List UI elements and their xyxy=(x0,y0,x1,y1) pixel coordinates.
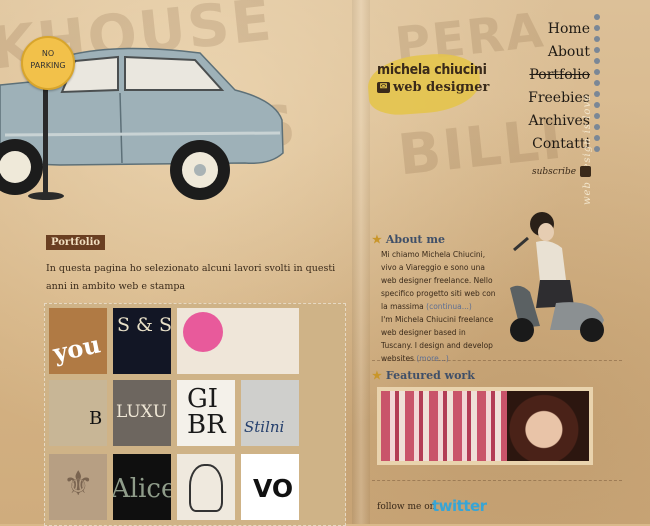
featured-title: Featured work xyxy=(385,369,475,382)
twitter-logo-link[interactable]: twitter xyxy=(432,497,487,515)
portfolio-thumb[interactable]: you xyxy=(49,308,107,374)
nav-archives[interactable]: Archives xyxy=(528,110,590,133)
portfolio-thumb[interactable]: Alice xyxy=(113,454,171,520)
portfolio-thumb[interactable]: Stilni xyxy=(241,380,299,446)
portfolio-intro: In questa pagina ho selezionato alcuni l… xyxy=(46,263,336,292)
portfolio-grid: you S & S B LUXU GI BR Stilni ⚜ Alice VO xyxy=(44,303,346,526)
divider xyxy=(372,480,622,481)
about-heading: ★ About me xyxy=(372,233,445,246)
paper-fold xyxy=(352,0,370,524)
about-text-it: Mi chiamo Michela Chiucini, vivo a Viare… xyxy=(381,248,499,313)
tagline: web design is love xyxy=(582,93,593,205)
fleur-de-lis-icon: ⚜ xyxy=(63,464,94,504)
no-parking-sign: NO PARKING xyxy=(21,36,75,90)
rss-icon[interactable] xyxy=(580,166,592,177)
portfolio-thumb[interactable]: ⚜ xyxy=(49,454,107,520)
featured-heading: ★ Featured work xyxy=(372,369,475,382)
more-link[interactable]: (more...) xyxy=(416,354,448,363)
star-icon: ★ xyxy=(372,369,382,382)
main-nav: Home About Portfolio Freebies Archives C… xyxy=(528,18,590,156)
nav-home[interactable]: Home xyxy=(528,18,590,41)
brand-role-label: web designer xyxy=(393,80,490,95)
mail-icon: ✉ xyxy=(377,82,390,93)
featured-work-card[interactable] xyxy=(377,387,593,465)
star-icon: ★ xyxy=(372,233,382,246)
sign-base xyxy=(28,192,64,200)
nav-contatti[interactable]: Contatti xyxy=(528,133,590,156)
portfolio-thumb[interactable]: LUXU xyxy=(113,380,171,446)
portfolio-thumb[interactable]: S & S xyxy=(113,308,171,374)
portfolio-thumb[interactable]: B xyxy=(49,380,107,446)
portfolio-thumb[interactable] xyxy=(177,308,299,374)
nav-freebies[interactable]: Freebies xyxy=(528,87,590,110)
scooter-girl-illustration xyxy=(510,212,604,342)
featured-work-image[interactable] xyxy=(381,391,589,461)
divider xyxy=(372,360,622,361)
portfolio-thumb[interactable]: VO xyxy=(241,454,299,520)
brand-role: ✉ web designer xyxy=(377,80,489,95)
follow-label: follow me on xyxy=(377,502,436,512)
sign-line-1: NO xyxy=(41,49,55,58)
brand-name[interactable]: michela chiucini xyxy=(377,62,487,78)
subscribe-label: subscribe xyxy=(532,167,577,177)
sketch-illustration xyxy=(189,464,223,512)
nav-about[interactable]: About xyxy=(528,41,590,64)
pink-hair-illustration xyxy=(183,312,223,352)
portfolio-thumb[interactable] xyxy=(177,454,235,520)
about-title: About me xyxy=(385,233,445,246)
sign-line-2: PARKING xyxy=(30,61,66,70)
about-text-en: I'm Michela Chiucini freelance web desig… xyxy=(381,313,499,365)
nav-dots-decoration xyxy=(594,14,600,157)
section-title-portfolio: Portfolio xyxy=(46,235,106,250)
nav-portfolio[interactable]: Portfolio xyxy=(528,64,590,87)
continua-link[interactable]: (continua...) xyxy=(426,302,472,311)
portfolio-thumb[interactable]: GI BR xyxy=(177,380,235,446)
woman-on-phone-photo xyxy=(507,391,589,461)
subscribe-link[interactable]: subscribe xyxy=(532,166,592,177)
